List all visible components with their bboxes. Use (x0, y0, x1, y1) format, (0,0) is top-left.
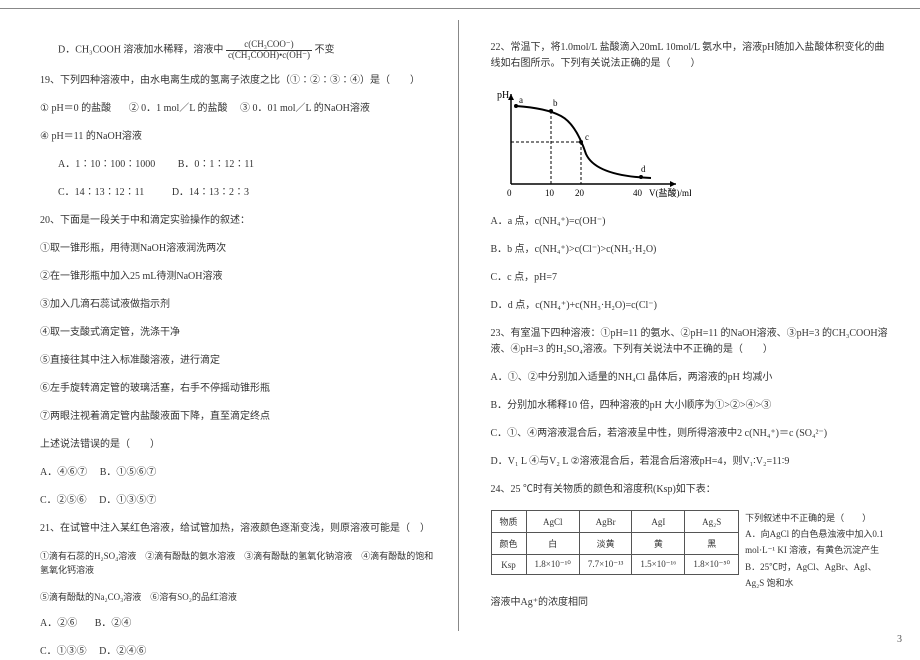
right-column: 22、常温下，将1.0mol/L 盐酸滴入20mL 10mol/L 氨水中，溶液… (483, 20, 891, 631)
q19-options-row2: C．14∶13∶12∶11 D．14∶13∶2∶3 (40, 185, 440, 201)
q21-opt-d: D．②④⑥ (99, 646, 146, 657)
cell: 淡黄 (579, 533, 631, 555)
q24-tail: 溶液中Ag⁺的浓度相同 (491, 591, 891, 611)
q20-opt-b: B．①⑤⑥⑦ (100, 467, 157, 478)
q21-options-row1: A．②⑥ B．②④ (40, 616, 440, 632)
q21-stem: 21、在试管中注入某红色溶液，给试管加热，溶液颜色逐渐变浅，则原溶液可能是（ ） (40, 521, 440, 537)
q20-step-1: ①取一锥形瓶，用待测NaOH溶液润洗两次 (40, 241, 440, 257)
q19-opt-b: B．0∶1∶12∶11 (178, 159, 254, 170)
fraction: c(CH₃COO⁻) c(CH₃COOH)•c(OH⁻) (226, 40, 312, 61)
q19-opt-d: D．14∶13∶2∶3 (172, 187, 249, 198)
q20-step-3: ③加入几滴石蕊试液做指示剂 (40, 297, 440, 313)
th-color: 颜色 (491, 533, 526, 555)
q19-opt-c: C．14∶13∶12∶11 (58, 187, 144, 198)
q24-side1: 下列叙述中不正确的是（ ） (745, 513, 871, 523)
page-number: 3 (897, 634, 902, 645)
q20-options-row1: A．④⑥⑦ B．①⑤⑥⑦ (40, 465, 440, 481)
q21-opt-b: B．②④ (95, 618, 132, 629)
q20-opt-a: A．④⑥⑦ (40, 467, 87, 478)
q22-opt-c: C．c 点，pH=7 (491, 270, 891, 286)
q19-item-1: ① pH＝0 的盐酸 (40, 103, 111, 114)
q23-opt-d: D．V₁ L ④与V₂ L ②溶液混合后，若混合后溶液pH=4，则V₁∶V₂=1… (491, 454, 891, 470)
q19-stem: 19、下列四种溶液中，由水电离生成的氢离子浓度之比（①∶②∶③∶④）是（ ） (40, 73, 440, 89)
q21-opt-c: C．①③⑤ (40, 646, 87, 657)
frac-den: c(CH₃COOH)•c(OH⁻) (226, 51, 312, 61)
ph-curve-chart: a b c d pH 0 10 20 40 V(盐酸)/mL (491, 84, 691, 204)
q22-stem: 22、常温下，将1.0mol/L 盐酸滴入20mL 10mol/L 氨水中，溶液… (491, 40, 891, 72)
q19-options-row1: A．1∶10∶100∶1000 B．0∶1∶12∶11 (40, 157, 440, 173)
cell: AgBr (579, 511, 631, 533)
cell: 1.5×10⁻¹⁶ (632, 555, 685, 575)
optd-prefix: D．CH₃COOH 溶液加水稀释，溶液中 (58, 45, 223, 56)
q19-item-2: ② 0．1 mol／L 的盐酸 (129, 103, 228, 114)
q20-opt-c: C．②⑤⑥ (40, 495, 87, 506)
left-column: D．CH₃COOH 溶液加水稀释，溶液中 c(CH₃COO⁻) c(CH₃COO… (40, 20, 459, 631)
ksp-table: 物质 AgCl AgBr AgI Ag₂S 颜色 白 淡黄 黄 黑 Ksp 1.… (491, 510, 740, 575)
q24-side2: A．向AgCl 的白色悬浊液中加入0.1 mol·L⁻¹ KI 溶液，有黄色沉淀… (745, 529, 884, 555)
optd-suffix: 不变 (314, 45, 334, 56)
cell: 白 (526, 533, 579, 555)
svg-text:a: a (519, 95, 523, 105)
q20-step-2: ②在一锥形瓶中加入25 mL待测NaOH溶液 (40, 269, 440, 285)
q24-side3: B．25℃时，AgCl、AgBr、AgI、Ag₂S 饱和水 (745, 562, 877, 588)
cell: 7.7×10⁻¹³ (579, 555, 631, 575)
q20-step-5: ⑤直接往其中注入标准酸溶液，进行滴定 (40, 353, 440, 369)
q20-step-6: ⑥左手旋转滴定管的玻璃活塞，右手不停摇动锥形瓶 (40, 381, 440, 397)
q23-stem: 23、有室温下四种溶液：①pH=11 的氨水、②pH=11 的NaOH溶液、③p… (491, 326, 891, 358)
q18-option-d: D．CH₃COOH 溶液加水稀释，溶液中 c(CH₃COO⁻) c(CH₃COO… (40, 40, 440, 61)
cell: AgI (632, 511, 685, 533)
svg-text:b: b (553, 98, 558, 108)
q21-options-row2: C．①③⑤ D．②④⑥ (40, 644, 440, 660)
th-substance: 物质 (491, 511, 526, 533)
svg-text:10: 10 (545, 188, 555, 198)
q22-opt-d: D．d 点，c(NH₄⁺)+c(NH₃·H₂O)=c(Cl⁻) (491, 298, 891, 314)
q19-item-3: ③ 0．01 mol／L 的NaOH溶液 (240, 103, 370, 114)
q21-opts-line2: ⑤滴有酚酞的Na₂CO₃溶液 ⑥溶有SO₂的品红溶液 (40, 590, 440, 604)
cell: AgCl (526, 511, 579, 533)
cell: Ag₂S (685, 511, 739, 533)
chart-xlabel: V(盐酸)/mL (649, 187, 691, 198)
q22-opt-a: A．a 点，c(NH₄⁺)=c(OH⁻) (491, 214, 891, 230)
svg-text:c: c (585, 132, 589, 142)
q20-step-7: ⑦两眼注视着滴定管内盐酸液面下降，直至滴定终点 (40, 409, 440, 425)
q19-item-4: ④ pH＝11 的NaOH溶液 (40, 129, 440, 145)
svg-text:20: 20 (575, 188, 585, 198)
q23-opt-c: C．①、④两溶液混合后，若溶液呈中性，则所得溶液中2 c(NH₄⁺)＝c (SO… (491, 426, 891, 442)
table-row: 颜色 白 淡黄 黄 黑 (491, 533, 739, 555)
svg-text:40: 40 (633, 188, 643, 198)
cell: 1.8×10⁻¹⁰ (526, 555, 579, 575)
svg-text:0: 0 (507, 188, 512, 198)
q20-tail: 上述说法错误的是（ ） (40, 437, 440, 453)
q23-opt-b: B．分别加水稀释10 倍，四种溶液的pH 大小顺序为①>②>④>③ (491, 398, 891, 414)
q21-opt-a: A．②⑥ (40, 618, 77, 629)
q20-opt-d: D．①③⑤⑦ (99, 495, 156, 506)
q21-opts-line1: ①滴有石蕊的H₂SO₄溶液 ②滴有酚酞的氨水溶液 ③滴有酚酞的氢氧化钠溶液 ④滴… (40, 549, 440, 578)
q19-opt-a: A．1∶10∶100∶1000 (58, 159, 155, 170)
q24-side-text: 下列叙述中不正确的是（ ） A．向AgCl 的白色悬浊液中加入0.1 mol·L… (745, 510, 890, 591)
table-row: 物质 AgCl AgBr AgI Ag₂S (491, 511, 739, 533)
th-ksp: Ksp (491, 555, 526, 575)
q20-options-row2: C．②⑤⑥ D．①③⑤⑦ (40, 493, 440, 509)
q23-opt-a: A．①、②中分别加入适量的NH₄Cl 晶体后，两溶液的pH 均减小 (491, 370, 891, 386)
table-row: Ksp 1.8×10⁻¹⁰ 7.7×10⁻¹³ 1.5×10⁻¹⁶ 1.8×10… (491, 555, 739, 575)
q19-items-row1: ① pH＝0 的盐酸 ② 0．1 mol／L 的盐酸 ③ 0．01 mol／L … (40, 101, 440, 117)
chart-ylabel: pH (497, 90, 509, 101)
q20-stem: 20、下面是一段关于中和滴定实验操作的叙述： (40, 213, 440, 229)
svg-text:d: d (641, 164, 646, 174)
cell: 黄 (632, 533, 685, 555)
q24-stem: 24、25 ℃时有关物质的颜色和溶度积(Ksp)如下表： (491, 482, 891, 498)
q22-opt-b: B．b 点，c(NH₄⁺)>c(Cl⁻)>c(NH₃·H₂O) (491, 242, 891, 258)
q20-step-4: ④取一支酸式滴定管，洗涤干净 (40, 325, 440, 341)
cell: 1.8×10⁻⁵⁰ (685, 555, 739, 575)
cell: 黑 (685, 533, 739, 555)
